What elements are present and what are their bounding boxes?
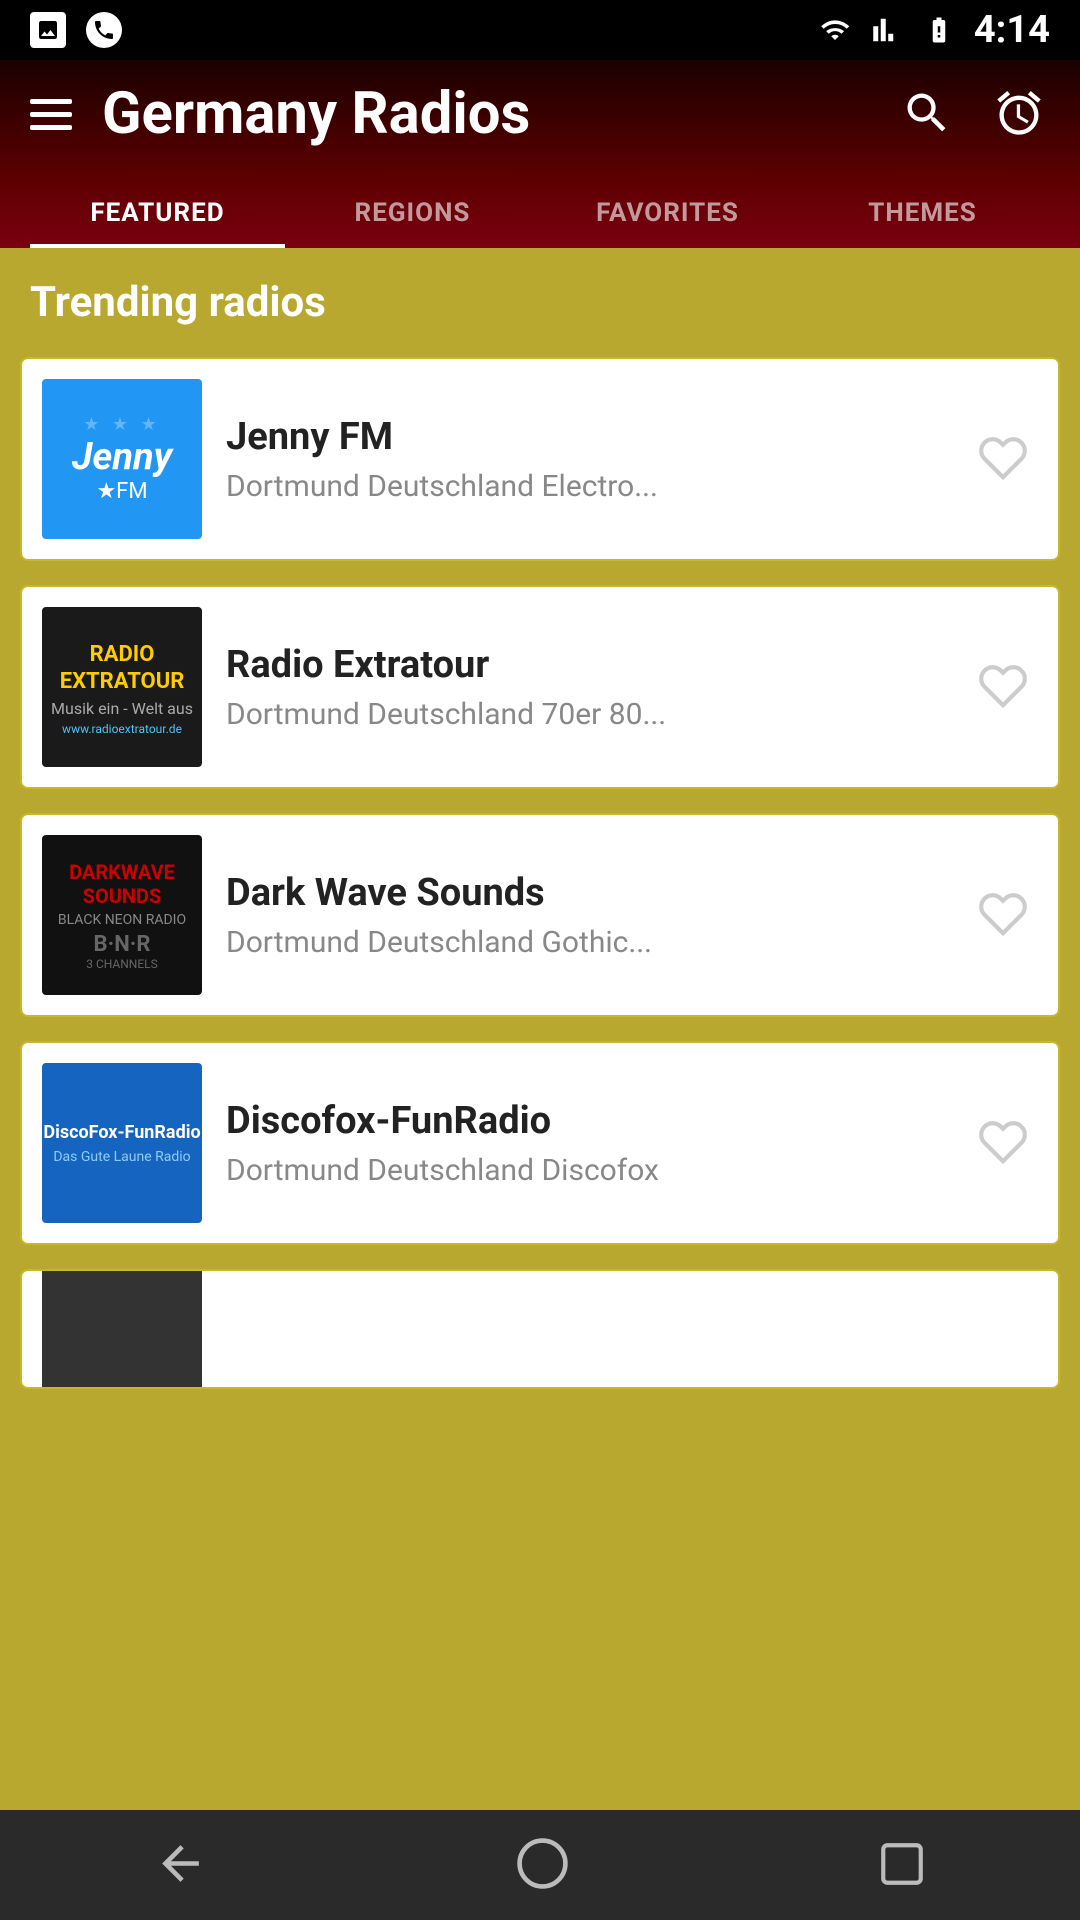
radio-name-jenny: Jenny FM [226,415,944,459]
radio-info-discofox: Discofox-FunRadio Dortmund Deutschland D… [226,1099,944,1188]
radio-card-darkwave[interactable]: DARKWAVESOUNDS BLACK NEON RADIO B·N·R 3 … [20,813,1060,1017]
favorite-button-discofox[interactable] [968,1107,1038,1180]
heart-icon-extratour [978,661,1028,711]
wifi-icon [815,15,855,45]
radio-info-darkwave: Dark Wave Sounds Dortmund Deutschland Go… [226,871,944,960]
back-button[interactable] [143,1826,218,1904]
status-bar: 4:14 [0,0,1080,60]
radio-info-extratour: Radio Extratour Dortmund Deutschland 70e… [226,643,944,732]
app-bar-left: Germany Radios [30,80,530,148]
heart-icon-discofox [978,1117,1028,1167]
radio-card-partial[interactable] [20,1269,1060,1389]
search-button[interactable] [896,82,958,147]
radio-thumbnail-jenny: ★ ★ ★ Jenny ★FM [42,379,202,539]
radio-desc-discofox: Dortmund Deutschland Discofox [226,1153,944,1188]
back-icon [153,1836,208,1891]
status-bar-left-icons [30,12,122,48]
section-title: Trending radios [20,278,1060,327]
tab-regions[interactable]: REGIONS [285,178,540,248]
radio-thumbnail-extratour: RADIOEXTRATOUR Musik ein - Welt aus www.… [42,607,202,767]
radio-card-discofox[interactable]: DiscoFox-FunRadio Das Gute Laune Radio D… [20,1041,1060,1245]
recents-button[interactable] [867,1829,937,1902]
menu-button[interactable] [30,99,72,130]
radio-desc-extratour: Dortmund Deutschland 70er 80... [226,697,944,732]
battery-icon [919,15,959,45]
tab-featured[interactable]: FEATURED [30,178,285,248]
photo-icon [30,12,66,48]
search-icon [901,87,953,139]
bottom-navigation [0,1810,1080,1920]
radio-card-jenny-fm[interactable]: ★ ★ ★ Jenny ★FM Jenny FM Dortmund Deutsc… [20,357,1060,561]
status-bar-right-icons: 4:14 [815,8,1050,52]
favorite-button-darkwave[interactable] [968,879,1038,952]
tab-favorites[interactable]: FAVORITES [540,178,795,248]
tabs-bar: FEATURED REGIONS FAVORITES THEMES [30,178,1050,248]
radio-name-extratour: Radio Extratour [226,643,944,687]
alarm-button[interactable] [988,82,1050,147]
content-area: Trending radios ★ ★ ★ Jenny ★FM Jenny FM… [0,248,1080,1828]
heart-icon-jenny [978,433,1028,483]
radio-thumbnail-darkwave: DARKWAVESOUNDS BLACK NEON RADIO B·N·R 3 … [42,835,202,995]
tab-themes[interactable]: THEMES [795,178,1050,248]
radio-name-discofox: Discofox-FunRadio [226,1099,944,1143]
radio-info-jenny: Jenny FM Dortmund Deutschland Electro... [226,415,944,504]
favorite-button-jenny[interactable] [968,423,1038,496]
app-bar-top: Germany Radios [30,80,1050,168]
page-title: Germany Radios [102,80,530,148]
radio-name-darkwave: Dark Wave Sounds [226,871,944,915]
home-circle-icon [515,1836,570,1891]
radio-desc-jenny: Dortmund Deutschland Electro... [226,469,944,504]
status-time: 4:14 [974,8,1050,52]
phone-icon [86,12,122,48]
radio-desc-darkwave: Dortmund Deutschland Gothic... [226,925,944,960]
signal-icon [870,15,904,45]
radio-card-extratour[interactable]: RADIOEXTRATOUR Musik ein - Welt aus www.… [20,585,1060,789]
app-bar: Germany Radios FEATURED REGIONS FAVORITE… [0,60,1080,248]
alarm-icon [993,87,1045,139]
heart-icon-darkwave [978,889,1028,939]
radio-thumbnail-partial [42,1269,202,1389]
recents-icon [877,1839,927,1889]
radio-thumbnail-discofox: DiscoFox-FunRadio Das Gute Laune Radio [42,1063,202,1223]
home-button[interactable] [505,1826,580,1904]
app-bar-actions [896,82,1050,147]
favorite-button-extratour[interactable] [968,651,1038,724]
